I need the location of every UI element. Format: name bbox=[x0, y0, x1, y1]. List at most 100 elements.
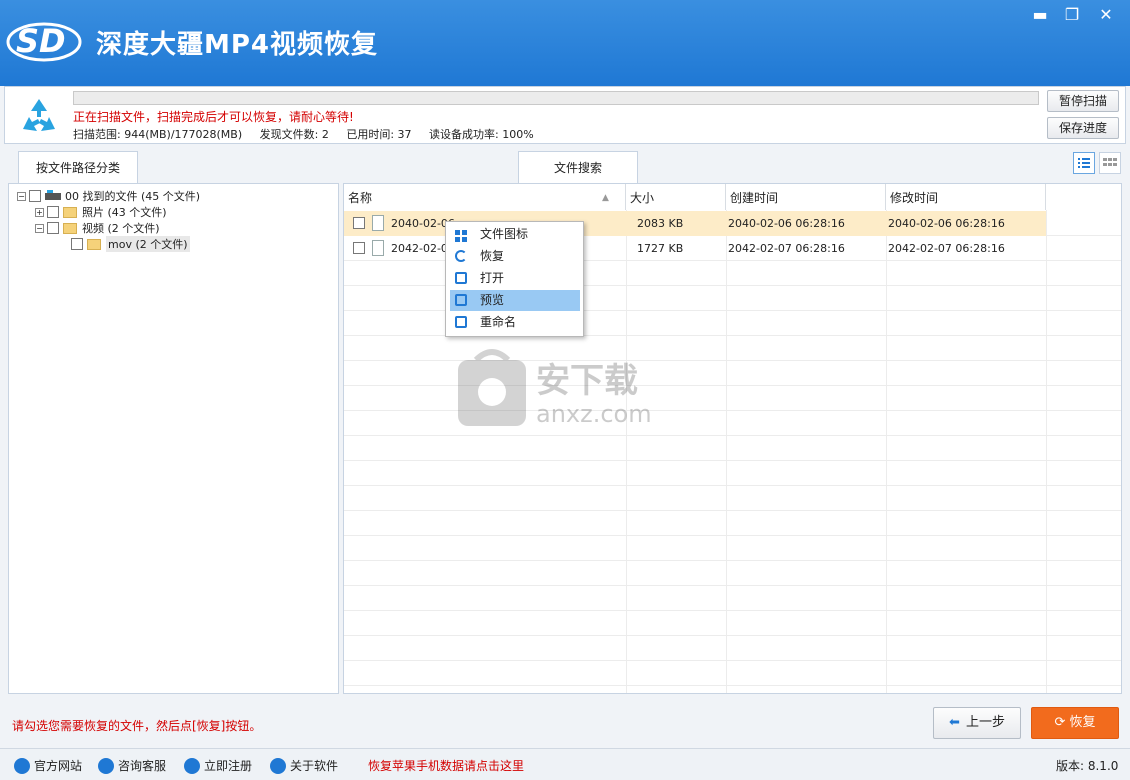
recycle-icon bbox=[23, 99, 55, 131]
file-created: 2042-02-07 06:28:16 bbox=[728, 242, 845, 255]
column-header-name-label: 名称 bbox=[348, 191, 373, 205]
grid-line bbox=[344, 535, 1121, 536]
status-bar: 官方网站 咨询客服 立即注册 关于软件 恢复苹果手机数据请点击这里 版本: 8.… bbox=[0, 748, 1130, 780]
save-progress-button[interactable]: 保存进度 bbox=[1047, 117, 1119, 139]
rename-icon bbox=[455, 316, 467, 328]
about-link[interactable]: 关于软件 bbox=[270, 757, 338, 774]
file-modified: 2042-02-07 06:28:16 bbox=[888, 242, 1005, 255]
scan-status-panel: 正在扫描文件，扫描完成后才可以恢复，请耐心等待! 扫描范围: 944(MB)/1… bbox=[4, 86, 1126, 144]
file-modified: 2040-02-06 06:28:16 bbox=[888, 217, 1005, 230]
title-bar: SD 深度大疆MP4视频恢复 ▬ ❐ ✕ bbox=[0, 0, 1130, 86]
menu-item-label: 打开 bbox=[480, 271, 505, 285]
grid-view-icon bbox=[1103, 158, 1117, 166]
tree-checkbox[interactable] bbox=[47, 222, 59, 234]
elapsed-time: 已用时间: 37 bbox=[346, 128, 412, 141]
tree-checkbox[interactable] bbox=[47, 206, 59, 218]
scan-stats: 扫描范围: 944(MB)/177028(MB) 发现文件数: 2 已用时间: … bbox=[73, 126, 548, 142]
context-menu: 文件图标 恢复 打开 预览 重命名 bbox=[445, 221, 584, 337]
home-icon bbox=[14, 757, 30, 774]
row-checkbox[interactable] bbox=[353, 242, 365, 254]
tab-path-category[interactable]: 按文件路径分类 bbox=[18, 151, 138, 184]
register-link[interactable]: 立即注册 bbox=[184, 757, 252, 774]
info-icon bbox=[270, 757, 286, 774]
collapse-icon[interactable]: − bbox=[17, 191, 26, 201]
column-line bbox=[726, 210, 727, 693]
collapse-icon[interactable]: − bbox=[35, 223, 44, 233]
tree-node-mov[interactable]: mov (2 个文件) bbox=[71, 236, 190, 252]
menu-item-rename[interactable]: 重命名 bbox=[450, 312, 580, 333]
watermark-logo: 安下载 anxz.com bbox=[458, 349, 652, 428]
support-link[interactable]: 咨询客服 bbox=[98, 757, 166, 774]
menu-item-label: 重命名 bbox=[480, 315, 517, 329]
file-size: 2083 KB bbox=[637, 217, 684, 230]
tree-node-videos[interactable]: − 视频 (2 个文件) bbox=[35, 220, 160, 236]
grid-icon bbox=[455, 228, 467, 242]
scan-progress-bar bbox=[73, 91, 1039, 105]
scan-message: 正在扫描文件，扫描完成后才可以恢复，请耐心等待! bbox=[73, 110, 354, 124]
pause-scan-button[interactable]: 暂停扫描 bbox=[1047, 90, 1119, 112]
menu-item-open[interactable]: 打开 bbox=[450, 268, 580, 289]
list-view-icon bbox=[1078, 158, 1090, 168]
recover-button[interactable]: ⟳ 恢复 bbox=[1031, 707, 1119, 739]
iphone-recovery-link[interactable]: 恢复苹果手机数据请点击这里 bbox=[368, 757, 524, 774]
grid-view-button[interactable] bbox=[1099, 152, 1121, 174]
version-label: 版本: 8.1.0 bbox=[1056, 759, 1119, 773]
instruction-hint: 请勾选您需要恢复的文件，然后点[恢复]按钮。 bbox=[12, 719, 262, 733]
back-button-label: 上一步 bbox=[965, 715, 1005, 730]
app-title: 深度大疆MP4视频恢复 bbox=[96, 30, 379, 60]
file-created: 2040-02-06 06:28:16 bbox=[728, 217, 845, 230]
grid-line bbox=[344, 460, 1121, 461]
column-header-size[interactable]: 大小 bbox=[626, 184, 726, 210]
tree-label: 00 找到的文件 (45 个文件) bbox=[65, 190, 201, 203]
tree-label: mov (2 个文件) bbox=[106, 236, 190, 252]
column-line bbox=[1046, 210, 1047, 693]
grid-line bbox=[344, 635, 1121, 636]
folder-icon bbox=[63, 206, 77, 218]
grid-line bbox=[344, 485, 1121, 486]
back-button[interactable]: ⬅ 上一步 bbox=[933, 707, 1021, 739]
folder-icon bbox=[87, 238, 101, 250]
restore-button[interactable]: ❐ bbox=[1056, 4, 1088, 28]
minimize-button[interactable]: ▬ bbox=[1024, 4, 1056, 28]
close-button[interactable]: ✕ bbox=[1090, 4, 1122, 28]
file-size: 1727 KB bbox=[637, 242, 684, 255]
tree-node-root[interactable]: − 00 找到的文件 (45 个文件) bbox=[17, 188, 200, 204]
watermark-text: 安下载 bbox=[536, 361, 638, 401]
tree-checkbox[interactable] bbox=[29, 190, 41, 202]
grid-line bbox=[344, 510, 1121, 511]
file-icon bbox=[372, 215, 384, 231]
tab-file-search[interactable]: 文件搜索 bbox=[518, 151, 638, 184]
column-header-created[interactable]: 创建时间 bbox=[726, 184, 886, 210]
website-link[interactable]: 官方网站 bbox=[14, 757, 82, 774]
grid-line bbox=[344, 685, 1121, 686]
menu-item-recover[interactable]: 恢复 bbox=[450, 246, 580, 267]
support-link-label: 咨询客服 bbox=[118, 759, 167, 773]
column-header-modified[interactable]: 修改时间 bbox=[886, 184, 1046, 210]
row-checkbox[interactable] bbox=[353, 217, 365, 229]
grid-line bbox=[344, 560, 1121, 561]
menu-item-preview[interactable]: 预览 bbox=[450, 290, 580, 311]
tree-checkbox[interactable] bbox=[71, 238, 83, 250]
arrow-left-icon: ⬅ bbox=[949, 715, 960, 730]
drive-icon bbox=[45, 190, 61, 200]
menu-item-file-icon[interactable]: 文件图标 bbox=[450, 224, 580, 245]
column-header-name[interactable]: 名称 ▲ bbox=[344, 184, 626, 210]
tree-label: 照片 (43 个文件) bbox=[82, 206, 167, 219]
tree-node-photos[interactable]: + 照片 (43 个文件) bbox=[35, 204, 167, 220]
file-icon bbox=[372, 240, 384, 256]
folder-icon bbox=[63, 222, 77, 234]
refresh-icon: ⟳ bbox=[1054, 715, 1066, 730]
support-icon bbox=[98, 757, 114, 774]
list-view-button[interactable] bbox=[1073, 152, 1095, 174]
register-link-label: 立即注册 bbox=[204, 759, 253, 773]
user-icon bbox=[184, 757, 200, 774]
open-icon bbox=[455, 272, 467, 284]
expand-icon[interactable]: + bbox=[35, 207, 44, 217]
grid-line bbox=[344, 610, 1121, 611]
menu-item-label: 恢复 bbox=[480, 249, 505, 263]
preview-icon bbox=[455, 294, 467, 306]
app-logo-icon: SD bbox=[6, 22, 82, 62]
sort-arrow-icon: ▲ bbox=[602, 193, 609, 203]
folder-tree-panel: − 00 找到的文件 (45 个文件) + 照片 (43 个文件) − 视频 (… bbox=[8, 183, 339, 694]
recover-button-label: 恢复 bbox=[1069, 715, 1096, 730]
